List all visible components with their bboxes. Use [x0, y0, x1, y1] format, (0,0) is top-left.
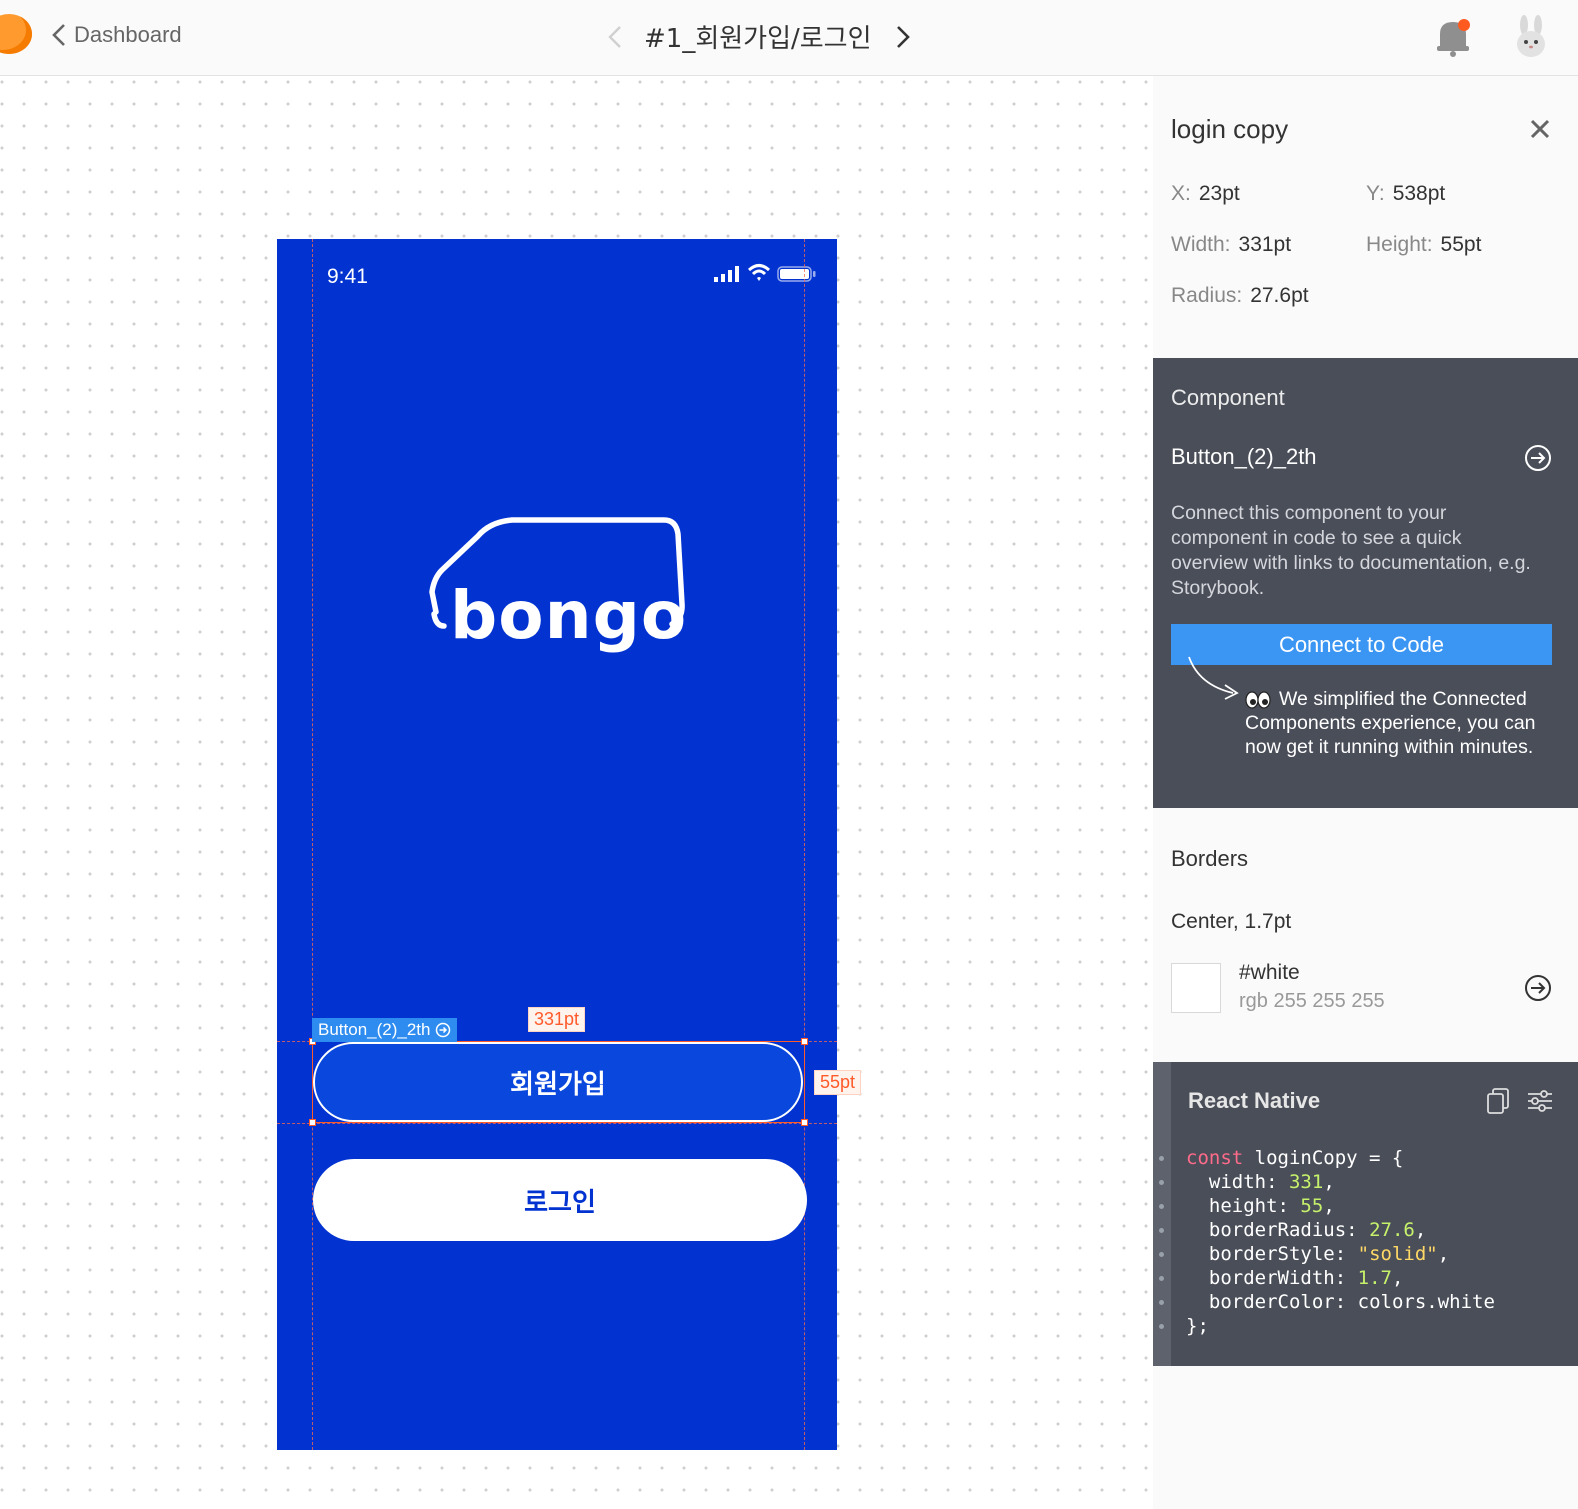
- prop-radius-value: 27.6pt: [1250, 284, 1309, 307]
- code-string: "solid": [1357, 1243, 1438, 1265]
- prop-x-label: X:: [1171, 182, 1191, 205]
- width-measure-tag: 331pt: [528, 1007, 586, 1032]
- status-time: 9:41: [327, 265, 368, 288]
- prop-height: Height: 55pt: [1366, 233, 1481, 257]
- code-heading: React Native: [1188, 1088, 1321, 1113]
- top-bar: Dashboard #1_회원가입/로그인: [0, 0, 1578, 76]
- previous-screen-button[interactable]: [606, 23, 624, 51]
- next-screen-button[interactable]: [894, 23, 912, 51]
- prop-radius: Radius: 27.6pt: [1171, 284, 1309, 308]
- code-section: React Native const loginCopy = { width: …: [1153, 1062, 1578, 1366]
- connect-hint-text: We simplified the Connected Components e…: [1245, 688, 1536, 758]
- code-keyword: const: [1186, 1147, 1244, 1169]
- height-measure-tag: 55pt: [814, 1070, 862, 1095]
- border-value: Center, 1.7pt: [1171, 910, 1292, 933]
- gutter-dot: [1159, 1276, 1164, 1281]
- settings-sliders-icon[interactable]: [1527, 1089, 1553, 1113]
- code-gutter: [1153, 1062, 1171, 1366]
- close-icon[interactable]: [1529, 118, 1551, 140]
- borders-heading: Borders: [1171, 846, 1249, 871]
- code-number: 331: [1288, 1171, 1324, 1193]
- component-name: Button_(2)_2th: [1171, 444, 1317, 469]
- code-key: borderColor:: [1208, 1291, 1347, 1313]
- code-key: width:: [1208, 1171, 1278, 1193]
- prop-radius-label: Radius:: [1171, 284, 1243, 307]
- inspector-panel: login copy X: 23pt Y: 538pt Width: 331pt He…: [1153, 76, 1578, 1509]
- code-key: height:: [1208, 1195, 1289, 1217]
- prop-width: Width: 331pt: [1171, 233, 1291, 257]
- prop-height-label: Height:: [1366, 233, 1433, 256]
- code-value: colors.white: [1357, 1291, 1495, 1313]
- code-key: borderStyle:: [1208, 1243, 1347, 1265]
- gutter-dot: [1159, 1180, 1164, 1185]
- notification-bell-icon[interactable]: [1434, 16, 1474, 58]
- gutter-dot: [1159, 1300, 1164, 1305]
- gutter-dot: [1159, 1204, 1164, 1209]
- code-block[interactable]: const loginCopy = { width: 331, height: …: [1186, 1146, 1495, 1338]
- curved-arrow-icon: [1188, 656, 1239, 700]
- prop-width-value: 331pt: [1238, 233, 1292, 256]
- code-key: borderRadius:: [1208, 1219, 1358, 1241]
- copy-icon[interactable]: [1486, 1088, 1510, 1114]
- user-avatar-icon[interactable]: [1508, 14, 1554, 60]
- arrow-circle-icon[interactable]: [1524, 444, 1552, 472]
- guide-line: [277, 1123, 837, 1124]
- screen-title-nav: #1_회원가입/로그인: [606, 18, 912, 55]
- prop-y: Y: 538pt: [1366, 182, 1445, 206]
- color-rgb: rgb 255 255 255: [1239, 990, 1385, 1012]
- gutter-dot: [1159, 1156, 1164, 1161]
- prop-x-value: 23pt: [1198, 182, 1240, 205]
- prop-width-label: Width:: [1171, 233, 1231, 256]
- gutter-dot: [1159, 1324, 1164, 1329]
- gutter-dot: [1159, 1252, 1164, 1257]
- code-number: 27.6: [1369, 1219, 1415, 1241]
- back-to-dashboard-link[interactable]: Dashboard: [50, 22, 182, 48]
- chevron-left-icon: [608, 25, 621, 48]
- layer-name: login copy: [1171, 114, 1289, 144]
- bongo-logo-text: bongo: [450, 577, 688, 654]
- component-tag-label: Button_(2)_2th: [318, 1020, 431, 1039]
- cellular-signal-icon: [714, 266, 739, 282]
- arrow-circle-icon: [436, 1022, 451, 1038]
- prop-y-value: 538pt: [1392, 182, 1446, 205]
- app-logo[interactable]: [0, 14, 32, 54]
- back-label: Dashboard: [74, 22, 182, 47]
- code-key: borderWidth:: [1208, 1267, 1347, 1289]
- component-name-tag[interactable]: Button_(2)_2th: [312, 1018, 458, 1042]
- chevron-right-icon: [896, 25, 910, 48]
- gutter-dot: [1159, 1228, 1164, 1233]
- component-heading: Component: [1171, 385, 1285, 410]
- design-canvas[interactable]: 9:41 bongo 회원가입 로그인 Button_(2)_2th 331pt…: [0, 76, 1153, 1509]
- code-var-name: loginCopy = {: [1254, 1147, 1404, 1169]
- color-name: #white: [1239, 961, 1300, 984]
- guide-line: [804, 239, 805, 1450]
- component-description: Connect this component to your component…: [1171, 502, 1531, 599]
- guide-line: [312, 239, 313, 1450]
- signup-button[interactable]: 회원가입: [313, 1042, 803, 1122]
- component-section: Component Button_(2)_2th Connect this co…: [1153, 358, 1578, 808]
- arrow-circle-icon[interactable]: [1524, 974, 1552, 1002]
- phone-artboard[interactable]: 9:41 bongo 회원가입 로그인: [277, 239, 837, 1450]
- login-button[interactable]: 로그인: [313, 1159, 807, 1241]
- prop-x: X: 23pt: [1171, 182, 1240, 206]
- chevron-left-icon: [52, 24, 65, 46]
- battery-icon: [777, 266, 816, 282]
- wifi-icon: [747, 264, 771, 281]
- prop-height-value: 55pt: [1440, 233, 1482, 256]
- prop-y-label: Y:: [1366, 182, 1385, 205]
- code-close: };: [1186, 1315, 1209, 1337]
- screen-title: #1_회원가입/로그인: [644, 24, 872, 54]
- code-number: 1.7: [1357, 1267, 1392, 1289]
- color-swatch[interactable]: [1171, 963, 1221, 1013]
- code-number: 55: [1300, 1195, 1324, 1217]
